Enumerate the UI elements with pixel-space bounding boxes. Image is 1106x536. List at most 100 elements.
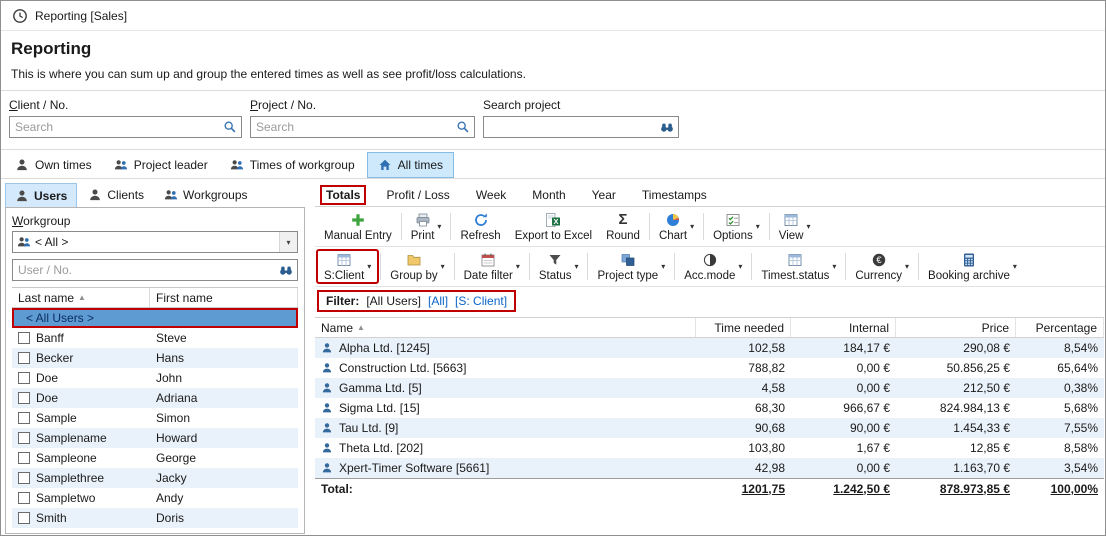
- tab-profit-loss[interactable]: Profit / Loss: [381, 186, 454, 204]
- user-row[interactable]: Doe John: [12, 368, 298, 388]
- user-row[interactable]: Banff Steve: [12, 328, 298, 348]
- col-time-needed[interactable]: Time needed: [696, 318, 791, 337]
- chart-button[interactable]: Chart ▾: [652, 210, 701, 243]
- table-row[interactable]: Tau Ltd. [9] 90,68 90,00 € 1.454,33 € 7,…: [315, 418, 1104, 438]
- tab-month[interactable]: Month: [527, 186, 570, 204]
- checkbox[interactable]: [18, 372, 30, 384]
- price-value: 290,08 €: [896, 341, 1016, 355]
- table-icon: [787, 251, 803, 268]
- user-row[interactable]: Sampleone George: [12, 448, 298, 468]
- booking-archive-button[interactable]: Booking archive ▾: [921, 250, 1024, 283]
- toolbar-separator: [380, 253, 381, 280]
- status-button[interactable]: Status ▾: [532, 250, 586, 283]
- round-button[interactable]: Σ Round: [599, 210, 647, 243]
- magnifier-icon[interactable]: [452, 120, 474, 134]
- tab-own-times[interactable]: Own times: [5, 152, 102, 178]
- user-row[interactable]: Samplename Howard: [12, 428, 298, 448]
- col-name[interactable]: Name ▲: [315, 318, 696, 337]
- chevron-down-icon[interactable]: ▾: [905, 262, 909, 271]
- acc-mode-button[interactable]: Acc.mode ▾: [677, 250, 749, 283]
- project-search-input[interactable]: [251, 120, 452, 134]
- refresh-button[interactable]: Refresh: [453, 210, 507, 243]
- options-button[interactable]: Options ▾: [706, 210, 767, 243]
- chevron-down-icon[interactable]: ▾: [279, 232, 297, 252]
- col-percentage[interactable]: Percentage: [1016, 318, 1104, 337]
- view-button[interactable]: View ▾: [772, 210, 818, 243]
- tab-project-leader[interactable]: Project leader: [104, 152, 218, 178]
- tab-workgroups[interactable]: Workgroups: [155, 183, 256, 207]
- status-label: Status: [539, 270, 572, 282]
- manual-entry-button[interactable]: Manual Entry: [317, 210, 399, 243]
- chevron-down-icon[interactable]: ▾: [516, 262, 520, 271]
- chevron-down-icon[interactable]: ▾: [756, 222, 760, 231]
- all-users-row[interactable]: < All Users >: [12, 308, 298, 328]
- col-last-name[interactable]: Last name ▲: [12, 288, 150, 307]
- chevron-down-icon[interactable]: ▾: [437, 222, 441, 231]
- print-button[interactable]: Print ▾: [404, 210, 449, 243]
- currency-button[interactable]: Currency ▾: [848, 250, 916, 283]
- chevron-down-icon[interactable]: ▾: [574, 262, 578, 271]
- tab-times-of-workgroup[interactable]: Times of workgroup: [220, 152, 365, 178]
- chevron-down-icon[interactable]: ▾: [690, 222, 694, 231]
- binoculars-icon[interactable]: [656, 120, 678, 134]
- user-row[interactable]: Doe Adriana: [12, 388, 298, 408]
- user-row[interactable]: Smith Doris: [12, 508, 298, 528]
- tab-year[interactable]: Year: [587, 186, 621, 204]
- client-icon: [321, 422, 333, 434]
- chevron-down-icon[interactable]: ▾: [441, 262, 445, 271]
- tab-week[interactable]: Week: [471, 186, 511, 204]
- table-row[interactable]: Gamma Ltd. [5] 4,58 0,00 € 212,50 € 0,38…: [315, 378, 1104, 398]
- export-to-excel-button[interactable]: Export to Excel: [508, 210, 599, 243]
- workgroup-select[interactable]: < All > ▾: [12, 231, 298, 253]
- client-search-input[interactable]: [10, 120, 219, 134]
- tab-clients[interactable]: Clients: [79, 183, 153, 207]
- group-by-button[interactable]: Group by ▾: [383, 250, 451, 283]
- checkbox[interactable]: [18, 412, 30, 424]
- magnifier-icon[interactable]: [219, 120, 241, 134]
- chevron-down-icon[interactable]: ▾: [806, 222, 810, 231]
- col-internal[interactable]: Internal: [791, 318, 896, 337]
- checkbox[interactable]: [18, 392, 30, 404]
- user-first-name: Simon: [156, 411, 190, 425]
- search-project-input[interactable]: [484, 120, 656, 134]
- tab-timestamps[interactable]: Timestamps: [637, 186, 712, 204]
- binoculars-icon[interactable]: [275, 263, 297, 277]
- user-row[interactable]: Sampletwo Andy: [12, 488, 298, 508]
- project-type-button[interactable]: Project type ▾: [590, 250, 672, 283]
- table-row[interactable]: Alpha Ltd. [1245] 102,58 184,17 € 290,08…: [315, 338, 1104, 358]
- tab-totals[interactable]: Totals: [321, 186, 365, 204]
- chevron-down-icon[interactable]: ▾: [661, 262, 665, 271]
- page-header: Reporting This is where you can sum up a…: [1, 31, 1105, 90]
- user-row[interactable]: Samplethree Jacky: [12, 468, 298, 488]
- col-first-name[interactable]: First name: [150, 288, 298, 307]
- tab-all-times[interactable]: All times: [367, 152, 454, 178]
- table-row[interactable]: Sigma Ltd. [15] 68,30 966,67 € 824.984,1…: [315, 398, 1104, 418]
- user-row[interactable]: Becker Hans: [12, 348, 298, 368]
- user-search-input[interactable]: [13, 263, 275, 277]
- filter-users-value[interactable]: [All Users]: [366, 294, 421, 308]
- s-client-button[interactable]: S:Client ▾: [317, 250, 378, 283]
- timest-status-button[interactable]: Timest.status ▾: [754, 250, 843, 283]
- user-first-name: Adriana: [156, 391, 197, 405]
- checkbox[interactable]: [18, 332, 30, 344]
- col-price[interactable]: Price: [896, 318, 1016, 337]
- table-row[interactable]: Xpert-Timer Software [5661] 42,98 0,00 €…: [315, 458, 1104, 478]
- checkbox[interactable]: [18, 492, 30, 504]
- chevron-down-icon[interactable]: ▾: [367, 262, 371, 271]
- checkbox[interactable]: [18, 352, 30, 364]
- table-row[interactable]: Construction Ltd. [5663] 788,82 0,00 € 5…: [315, 358, 1104, 378]
- chevron-down-icon[interactable]: ▾: [1013, 262, 1017, 271]
- filter-s-client-link[interactable]: [S: Client]: [455, 294, 507, 308]
- user-row[interactable]: Sample Simon: [12, 408, 298, 428]
- chevron-down-icon[interactable]: ▾: [832, 262, 836, 271]
- filter-all-link[interactable]: [All]: [428, 294, 448, 308]
- chevron-down-icon[interactable]: ▾: [738, 262, 742, 271]
- checkbox[interactable]: [18, 452, 30, 464]
- date-filter-button[interactable]: Date filter ▾: [457, 250, 527, 283]
- tab-users[interactable]: Users: [5, 183, 77, 207]
- checkbox[interactable]: [18, 472, 30, 484]
- page-title: Reporting: [11, 39, 1095, 59]
- checkbox[interactable]: [18, 512, 30, 524]
- checkbox[interactable]: [18, 432, 30, 444]
- table-row[interactable]: Theta Ltd. [202] 103,80 1,67 € 12,85 € 8…: [315, 438, 1104, 458]
